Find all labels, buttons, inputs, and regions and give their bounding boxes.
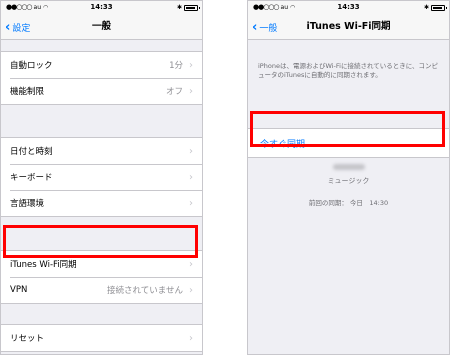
chevron-right-icon: › — [189, 197, 193, 209]
bluetooth-icon: ✱ — [176, 4, 182, 11]
navigation-bar: ‹ 設定 一般 — [1, 14, 202, 40]
row-value: 接続されていません — [107, 286, 183, 296]
settings-row-auto-lock[interactable]: 自動ロック 1分 › — [1, 52, 202, 78]
settings-group: iTunes Wi-Fi同期 › VPN 接続されていません › — [1, 250, 202, 304]
chevron-right-icon: › — [189, 258, 193, 270]
status-bar: ●●○○○ au ◠ 14:33 ✱ — [1, 1, 202, 14]
chevron-left-icon: ‹ — [252, 19, 258, 35]
settings-row-restrictions[interactable]: 機能制限 オフ › — [1, 78, 202, 104]
last-sync-text: 前回の同期： 今日 14:30 — [308, 199, 389, 207]
blurred-device-name — [332, 164, 365, 170]
row-label: iTunes Wi-Fi同期 — [10, 260, 77, 270]
settings-row-reset[interactable]: リセット › — [1, 325, 202, 351]
back-button-label: 一般 — [259, 23, 278, 34]
status-time: 14:33 — [337, 3, 360, 11]
back-button[interactable]: ‹ 設定 — [5, 14, 30, 40]
itunes-wifi-sync-screen: ●●○○○ au ◠ 14:33 ✱ ‹ 一般 iTunes Wi-Fi同期 i… — [247, 0, 450, 355]
battery-icon — [431, 4, 447, 11]
bluetooth-icon: ✱ — [423, 4, 429, 11]
settings-group: 自動ロック 1分 › 機能制限 オフ › — [1, 51, 202, 105]
settings-row-itunes-wifi-sync[interactable]: iTunes Wi-Fi同期 › — [1, 251, 202, 277]
chevron-right-icon: › — [189, 332, 193, 344]
navigation-bar: ‹ 一般 iTunes Wi-Fi同期 — [248, 14, 449, 40]
row-label: 機能制限 — [10, 87, 45, 97]
row-label: キーボード — [10, 173, 53, 183]
back-button-label: 設定 — [12, 23, 31, 34]
row-value: オフ — [165, 87, 183, 97]
settings-group: 日付と時刻 › キーボード › 言語環境 › — [1, 137, 202, 217]
chevron-right-icon: › — [189, 59, 193, 71]
chevron-right-icon: › — [189, 171, 193, 183]
row-label: リセット — [10, 334, 45, 344]
chevron-right-icon: › — [189, 85, 193, 97]
row-label: 言語環境 — [10, 199, 45, 209]
content-label: ミュージック — [327, 177, 370, 185]
row-label: 自動ロック — [10, 61, 53, 71]
settings-group: リセット › — [1, 324, 202, 352]
sync-status: ミュージック 前回の同期： 今日 14:30 — [248, 158, 449, 207]
general-settings-screen: ●●○○○ au ◠ 14:33 ✱ ‹ 設定 一般 自動ロック 1分 › 機能… — [0, 0, 203, 355]
settings-row-language[interactable]: 言語環境 › — [1, 190, 202, 216]
settings-row-date-time[interactable]: 日付と時刻 › — [1, 138, 202, 164]
chevron-right-icon: › — [189, 284, 193, 296]
status-time: 14:33 — [90, 3, 113, 11]
page-title: 一般 — [91, 21, 111, 32]
battery-icon — [184, 4, 200, 11]
back-button[interactable]: ‹ 一般 — [252, 14, 277, 40]
settings-row-keyboard[interactable]: キーボード › — [1, 164, 202, 190]
settings-row-vpn[interactable]: VPN 接続されていません › — [1, 277, 202, 303]
sync-description: iPhoneは、電源およびWi-Fiに接続されているときに、コンピュータのiTu… — [258, 62, 439, 79]
row-value: 1分 — [169, 61, 183, 71]
chevron-left-icon: ‹ — [5, 19, 11, 35]
chevron-right-icon: › — [189, 145, 193, 157]
page-title: iTunes Wi-Fi同期 — [306, 21, 391, 32]
row-label: 日付と時刻 — [10, 147, 53, 157]
status-bar: ●●○○○ au ◠ 14:33 ✱ — [248, 1, 449, 14]
sync-now-button[interactable]: 今すぐ同期 — [248, 129, 449, 157]
row-label: VPN — [10, 285, 28, 295]
